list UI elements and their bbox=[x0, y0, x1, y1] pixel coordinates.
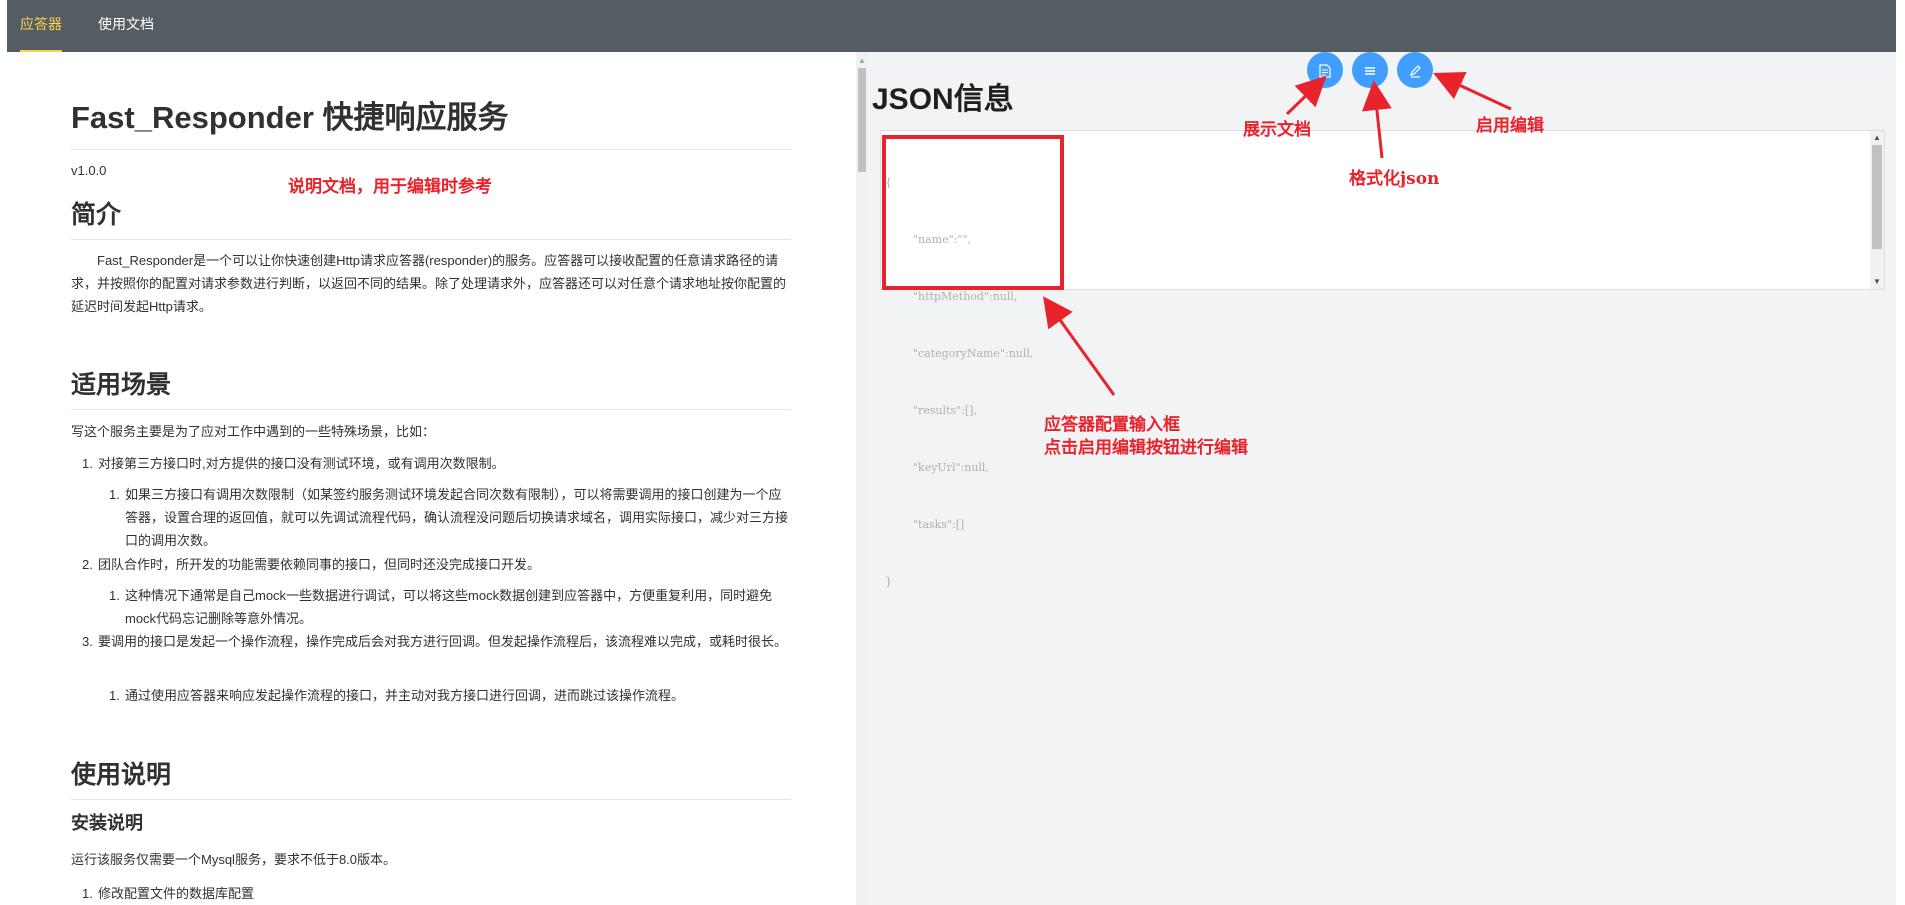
intro-text: Fast_Responder是一个可以让你快速创建Http请求应答器(respo… bbox=[71, 253, 787, 314]
list-text: 要调用的接口是发起一个操作流程，操作完成后会对我方进行回调。但发起操作流程后，该… bbox=[98, 634, 788, 649]
tab-usage-doc[interactable]: 使用文档 bbox=[98, 0, 154, 52]
annotation-show-doc: 展示文档 bbox=[1243, 120, 1311, 140]
list-number: 2. bbox=[82, 557, 93, 572]
top-nav: 应答器 使用文档 bbox=[7, 0, 1896, 52]
code-line: "tasks":[] bbox=[885, 518, 965, 531]
scroll-up-icon[interactable]: ▲ bbox=[858, 56, 866, 65]
annotation-input-box-line2: 点击启用编辑按钮进行编辑 bbox=[1044, 438, 1248, 458]
list-item: 1. 如果三方接口有调用次数限制（如某签约服务测试环境发起合同次数有限制），可以… bbox=[109, 483, 791, 552]
show-doc-button[interactable] bbox=[1307, 52, 1343, 88]
code-line: "results":[], bbox=[885, 404, 977, 417]
usage-heading: 使用说明 bbox=[71, 755, 791, 800]
enable-edit-button[interactable] bbox=[1397, 52, 1433, 88]
document-icon bbox=[1319, 64, 1331, 78]
annotation-highlight-box bbox=[882, 135, 1064, 290]
list-item: 1. 通过使用应答器来响应发起操作流程的接口，并主动对我方接口进行回调，进而跳过… bbox=[109, 684, 791, 707]
list-item: 1. 对接第三方接口时,对方提供的接口没有测试环境，或有调用次数限制。 bbox=[82, 452, 788, 475]
annotation-format-json: 格式化json bbox=[1349, 169, 1440, 189]
scroll-down-icon[interactable]: ▼ bbox=[1873, 277, 1881, 286]
annotation-doc-note: 说明文档，用于编辑时参考 bbox=[288, 177, 492, 197]
list-number: 1. bbox=[82, 456, 93, 471]
code-line: "categoryName":null, bbox=[885, 347, 1034, 360]
list-text: 对接第三方接口时,对方提供的接口没有测试环境，或有调用次数限制。 bbox=[98, 456, 505, 471]
install-heading: 安装说明 bbox=[71, 813, 143, 833]
code-line: } bbox=[885, 575, 892, 588]
list-number: 1. bbox=[82, 886, 93, 901]
list-item: 1. 修改配置文件的数据库配置 bbox=[82, 882, 788, 905]
edit-icon bbox=[1409, 64, 1421, 78]
scrollbar-thumb[interactable] bbox=[858, 68, 866, 172]
list-number: 3. bbox=[82, 634, 93, 649]
list-number: 1. bbox=[109, 487, 120, 502]
list-text: 团队合作时，所开发的功能需要依赖同事的接口，但同时还没完成接口开发。 bbox=[98, 557, 541, 572]
doc-title: Fast_Responder 快捷响应服务 bbox=[71, 92, 791, 150]
format-json-button[interactable] bbox=[1352, 52, 1388, 88]
list-number: 1. bbox=[109, 688, 120, 703]
list-text: 修改配置文件的数据库配置 bbox=[98, 886, 255, 901]
intro-heading: 简介 bbox=[71, 195, 791, 240]
list-icon bbox=[1365, 67, 1375, 76]
list-text: 通过使用应答器来响应发起操作流程的接口，并主动对我方接口进行回调，进而跳过该操作… bbox=[125, 688, 685, 703]
list-item: 1. 这种情况下通常是自己mock一些数据进行调试，可以将这些mock数据创建到… bbox=[109, 584, 791, 630]
list-item: 3. 要调用的接口是发起一个操作流程，操作完成后会对我方进行回调。但发起操作流程… bbox=[82, 630, 788, 653]
list-text: 这种情况下通常是自己mock一些数据进行调试，可以将这些mock数据创建到应答器… bbox=[125, 588, 773, 626]
list-number: 1. bbox=[109, 588, 120, 603]
list-item: 2. 团队合作时，所开发的功能需要依赖同事的接口，但同时还没完成接口开发。 bbox=[82, 553, 788, 576]
annotation-enable-edit: 启用编辑 bbox=[1476, 116, 1544, 136]
scrollbar-thumb[interactable] bbox=[1872, 145, 1882, 249]
scroll-up-icon[interactable]: ▲ bbox=[1873, 133, 1881, 142]
annotation-input-box-line1: 应答器配置输入框 bbox=[1044, 415, 1180, 435]
editor-scrollbar[interactable]: ▲ ▼ bbox=[1870, 131, 1884, 289]
json-title: JSON信息 bbox=[872, 83, 1014, 116]
code-line: "keyUrl":null, bbox=[885, 461, 989, 474]
scenarios-heading: 适用场景 bbox=[71, 365, 791, 410]
install-text: 运行该服务仅需要一个Mysql服务，要求不低于8.0版本。 bbox=[71, 852, 397, 867]
scenarios-lead: 写这个服务主要是为了应对工作中遇到的一些特殊场景，比如： bbox=[71, 424, 436, 439]
list-text: 如果三方接口有调用次数限制（如某签约服务测试环境发起合同次数有限制），可以将需要… bbox=[125, 487, 789, 548]
doc-scrollbar[interactable]: ▲ bbox=[856, 52, 868, 905]
tab-responder[interactable]: 应答器 bbox=[20, 0, 62, 52]
